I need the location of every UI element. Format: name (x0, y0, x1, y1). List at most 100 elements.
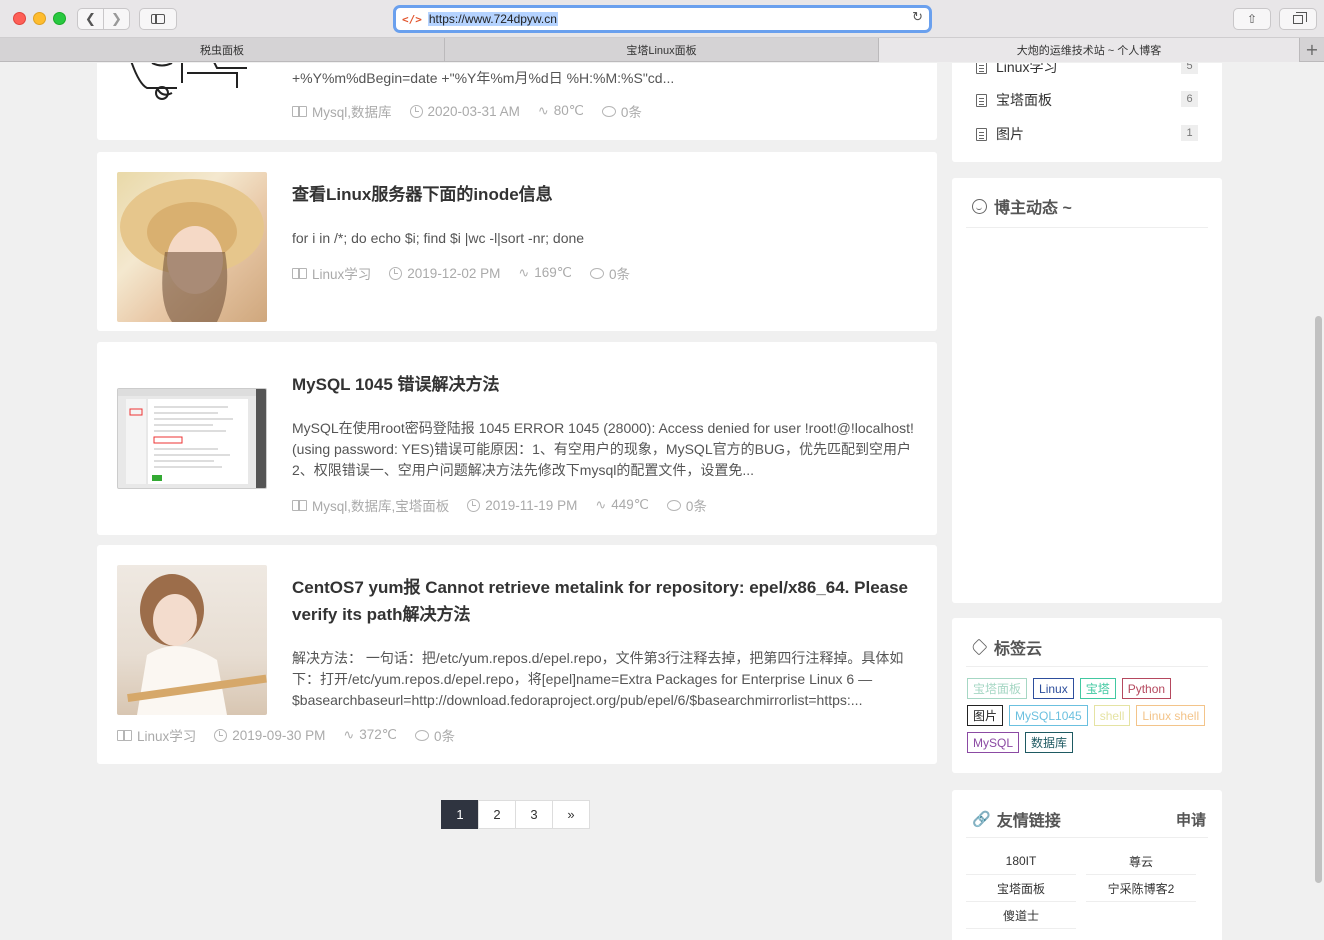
page-1-button[interactable]: 1 (441, 800, 479, 829)
post-thumbnail[interactable] (117, 63, 267, 103)
post-title[interactable]: 查看Linux服务器下面的inode信息 (292, 181, 917, 208)
blogger-dynamics-panel: 博主动态 ~ (952, 178, 1222, 603)
post-meta: Mysql,数据库,宝塔面板 2019-11-19 PM ∿ 449℃ 0条 (292, 495, 725, 515)
post-meta: Mysql,数据库 2020-03-31 AM ∿ 80℃ 0条 (292, 101, 660, 121)
post-views: 372℃ (359, 727, 397, 742)
post-thumbnail[interactable] (117, 172, 267, 322)
tagcloud-heading: 标签云 (970, 635, 1208, 659)
tag-item[interactable]: 数据库 (1025, 732, 1074, 753)
browser-toolbar: ❮ ❯ </> https://www.724dpyw.cn ↻ ⇧ (0, 0, 1324, 38)
zoom-window-button[interactable] (53, 12, 66, 25)
page-content: +%Y%m%dBegin=date +"%Y年%m月%d日 %H:%M:%S"c… (0, 63, 1324, 940)
category-name[interactable]: 宝塔面板 (996, 90, 1052, 110)
clock-icon (467, 498, 481, 512)
friend-links-panel: 🔗 友情链接 申请 180IT 尊云 宝塔面板 宁采陈博客2 傻道士 (952, 790, 1222, 940)
page-3-button[interactable]: 3 (515, 800, 553, 829)
tag-item[interactable]: 宝塔 (1079, 678, 1116, 699)
document-icon (976, 127, 987, 141)
post-date: 2019-11-19 PM (485, 497, 578, 513)
clock-icon (409, 104, 423, 118)
post-title[interactable]: CentOS7 yum报 Cannot retrieve metalink fo… (292, 574, 917, 628)
new-tab-button[interactable]: + (1300, 38, 1324, 61)
url-text[interactable]: https://www.724dpyw.cn (427, 12, 558, 26)
book-icon (292, 267, 307, 279)
page-scrollbar[interactable] (1315, 316, 1322, 883)
category-count: 6 (1181, 91, 1198, 107)
post-category[interactable]: Linux学习 (312, 263, 371, 283)
tag-item[interactable]: MySQL1045 (1009, 705, 1088, 726)
address-bar[interactable]: </> https://www.724dpyw.cn ↻ (393, 5, 932, 33)
post-views: 80℃ (553, 103, 584, 118)
post-thumbnail[interactable] (117, 565, 267, 715)
tag-item[interactable]: 图片 (967, 705, 1004, 726)
category-item[interactable]: 图片 1 (976, 124, 1198, 144)
tag-item[interactable]: 宝塔面板 (967, 678, 1028, 699)
post-views: 169℃ (534, 265, 572, 280)
post-comments[interactable]: 0条 (609, 263, 630, 283)
category-name[interactable]: Linux学习 (996, 63, 1057, 77)
post-category[interactable]: Mysql,数据库,宝塔面板 (312, 495, 449, 515)
post-category[interactable]: Mysql,数据库 (312, 101, 392, 121)
sidebar-toggle-button[interactable] (139, 8, 177, 30)
post-date: 2019-12-02 PM (407, 265, 501, 281)
friend-link[interactable]: 尊云 (1086, 848, 1196, 875)
tab-1[interactable]: 税虫面板 (0, 38, 445, 62)
friend-link[interactable]: 傻道士 (966, 902, 1076, 929)
illustration-image (130, 63, 247, 100)
dynamics-heading: 博主动态 ~ (972, 194, 1208, 218)
page-2-button[interactable]: 2 (478, 800, 516, 829)
comment-icon (589, 267, 604, 279)
post-comments[interactable]: 0条 (686, 495, 707, 515)
dynamics-title: 博主动态 ~ (994, 200, 1072, 217)
friend-link[interactable]: 宝塔面板 (966, 875, 1076, 902)
tag-item[interactable]: Linux (1033, 678, 1074, 699)
forward-button[interactable]: ❯ (103, 9, 129, 29)
post-excerpt: for i in /*; do echo $i; find $i |wc -l|… (292, 230, 585, 246)
category-name[interactable]: 图片 (996, 124, 1024, 144)
apply-link-button[interactable]: 申请 (1176, 809, 1206, 830)
minimize-window-button[interactable] (33, 12, 46, 25)
pulse-icon: ∿ (595, 497, 607, 512)
post-comments[interactable]: 0条 (621, 101, 642, 121)
post-card: 查看Linux服务器下面的inode信息 for i in /*; do ech… (97, 152, 937, 331)
category-count: 1 (1181, 125, 1198, 141)
back-button[interactable]: ❮ (78, 9, 103, 29)
share-button[interactable]: ⇧ (1233, 8, 1271, 30)
code-icon: </> (402, 12, 422, 26)
tab-overview-button[interactable] (1279, 8, 1317, 30)
friend-link[interactable]: 宁采陈博客2 (1086, 875, 1196, 902)
tag-item[interactable]: MySQL (967, 732, 1020, 753)
tag-item[interactable]: Python (1121, 678, 1172, 699)
category-item[interactable]: Linux学习 5 (976, 63, 1198, 77)
document-icon (976, 63, 987, 74)
reload-icon[interactable]: ↻ (912, 10, 923, 25)
tabs-icon (1293, 11, 1307, 24)
link-icon: 🔗 (972, 811, 991, 828)
post-card: CentOS7 yum报 Cannot retrieve metalink fo… (97, 545, 937, 764)
portrait-photo (127, 574, 267, 715)
divider (966, 666, 1208, 667)
tab-2[interactable]: 宝塔Linux面板 (445, 38, 879, 62)
tag-item[interactable]: shell (1093, 705, 1131, 726)
book-icon (292, 105, 307, 117)
category-item[interactable]: 宝塔面板 6 (976, 90, 1198, 110)
tag-list: 宝塔面板 Linux 宝塔 Python 图片 MySQL1045 shell Linux s… (967, 678, 1212, 759)
clock-icon (214, 728, 228, 742)
document-icon (976, 93, 987, 107)
post-category[interactable]: Linux学习 (137, 725, 196, 745)
next-page-button[interactable]: » (552, 800, 590, 829)
tagcloud-title: 标签云 (994, 641, 1043, 658)
friend-link[interactable]: 180IT (966, 848, 1076, 875)
pulse-icon: ∿ (537, 103, 549, 118)
post-comments[interactable]: 0条 (434, 725, 455, 745)
tab-3-active[interactable]: 大炮的运维技术站 ~ 个人博客 (879, 38, 1300, 62)
tag-icon (970, 638, 988, 656)
tag-item[interactable]: Linux shell (1136, 705, 1206, 726)
post-thumbnail[interactable] (117, 388, 267, 489)
sidebar-icon (151, 14, 165, 24)
close-window-button[interactable] (13, 12, 26, 25)
post-card: +%Y%m%dBegin=date +"%Y年%m月%d日 %H:%M:%S"c… (97, 63, 937, 140)
post-title[interactable]: MySQL 1045 错误解决方法 (292, 371, 917, 398)
tab-bar: 税虫面板 宝塔Linux面板 大炮的运维技术站 ~ 个人博客 + (0, 38, 1324, 62)
divider (966, 227, 1208, 228)
